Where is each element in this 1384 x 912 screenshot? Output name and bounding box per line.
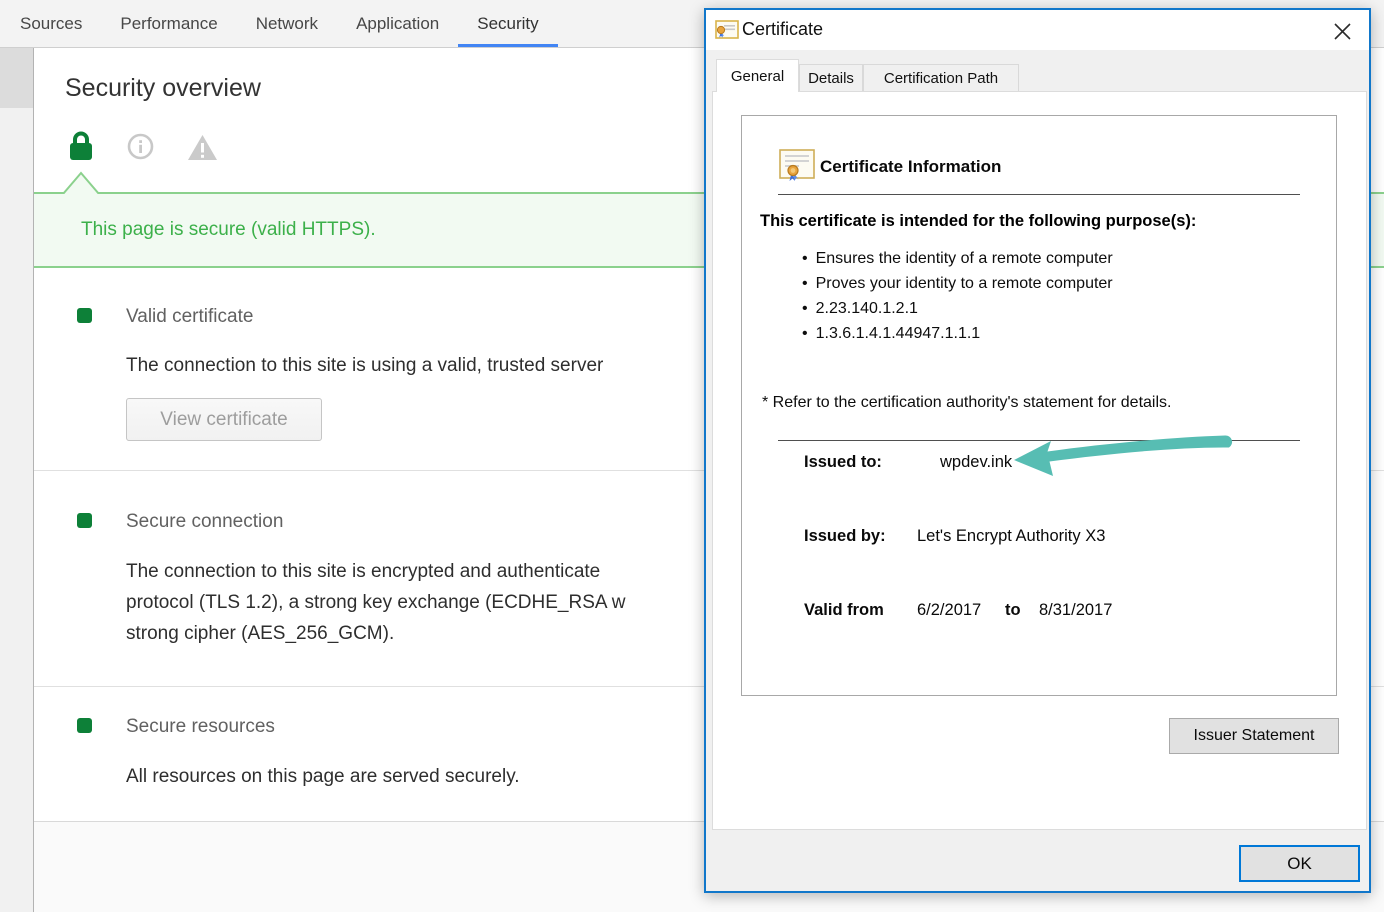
banner-notch <box>62 171 100 194</box>
secure-status-text: This page is secure (valid HTTPS). <box>81 219 376 241</box>
tab-label: Application <box>356 14 439 34</box>
issued-by-label: Issued by: <box>804 527 886 546</box>
dialog-tab-general[interactable]: General <box>716 59 799 92</box>
separator-line <box>778 194 1300 195</box>
view-certificate-button[interactable]: View certificate <box>126 398 322 441</box>
certificate-info-icon <box>778 149 816 183</box>
screen: Sources Performance Network Application … <box>0 0 1384 912</box>
tab-application[interactable]: Application <box>337 0 458 47</box>
security-panel-sidebar[interactable] <box>0 48 34 912</box>
close-icon[interactable] <box>1331 20 1353 42</box>
refer-note: * Refer to the certification authority's… <box>762 394 1171 412</box>
section-title-valid-certificate: Valid certificate <box>126 306 253 328</box>
ok-button[interactable]: OK <box>1239 845 1360 882</box>
info-icon <box>127 133 154 160</box>
section-text: The connection to this site is using a v… <box>126 350 603 381</box>
valid-to-value: 8/31/2017 <box>1039 601 1112 620</box>
page-title: Security overview <box>65 74 261 103</box>
dialog-tab-details[interactable]: Details <box>799 64 863 91</box>
secure-bullet-icon <box>77 513 92 528</box>
purpose-list: Ensures the identity of a remote compute… <box>802 246 1113 346</box>
sidebar-selected-item <box>0 48 33 108</box>
section-title-secure-connection: Secure connection <box>126 511 283 533</box>
tab-label: Sources <box>20 14 82 34</box>
dialog-tab-certification-path[interactable]: Certification Path <box>863 64 1019 91</box>
dialog-tab-label: Details <box>808 70 854 87</box>
tab-label: Security <box>477 14 538 34</box>
certificate-dialog: Certificate General Details Certificatio… <box>704 8 1371 893</box>
issuer-statement-button[interactable]: Issuer Statement <box>1169 718 1339 754</box>
dialog-tab-label: General <box>731 68 784 85</box>
purpose-item: Ensures the identity of a remote compute… <box>802 246 1113 271</box>
tab-network[interactable]: Network <box>237 0 337 47</box>
issued-to-label: Issued to: <box>804 453 882 472</box>
warning-icon <box>187 134 218 161</box>
section-text-line: The connection to this site is encrypted… <box>126 556 626 587</box>
tab-sources[interactable]: Sources <box>1 0 101 47</box>
section-text-line: strong cipher (AES_256_GCM). <box>126 618 626 649</box>
valid-from-value: 6/2/2017 <box>917 601 981 620</box>
purpose-item: Proves your identity to a remote compute… <box>802 271 1113 296</box>
purpose-item: 2.23.140.1.2.1 <box>802 296 1113 321</box>
section-title-secure-resources: Secure resources <box>126 716 275 738</box>
dialog-titlebar[interactable]: Certificate <box>706 10 1369 50</box>
tab-security[interactable]: Security <box>458 0 557 47</box>
section-text-line: protocol (TLS 1.2), a strong key exchang… <box>126 587 626 618</box>
dialog-title: Certificate <box>742 19 823 40</box>
tab-performance[interactable]: Performance <box>101 0 236 47</box>
certificate-icon <box>715 20 739 40</box>
tab-label: Network <box>256 14 318 34</box>
certificate-info-header: Certificate Information <box>820 157 1001 177</box>
secure-bullet-icon <box>77 308 92 323</box>
purpose-item: 1.3.6.1.4.1.44947.1.1.1 <box>802 321 1113 346</box>
issued-to-value: wpdev.ink <box>940 453 1012 472</box>
valid-from-label: Valid from <box>804 601 884 620</box>
tab-label: Performance <box>120 14 217 34</box>
purpose-heading: This certificate is intended for the fol… <box>760 212 1196 231</box>
issued-by-value: Let's Encrypt Authority X3 <box>917 527 1105 546</box>
dialog-tab-label: Certification Path <box>884 70 998 87</box>
valid-to-word: to <box>1005 601 1021 620</box>
lock-icon <box>68 129 94 162</box>
annotation-arrow-icon <box>1010 430 1242 482</box>
section-text: All resources on this page are served se… <box>126 761 520 792</box>
secure-bullet-icon <box>77 718 92 733</box>
